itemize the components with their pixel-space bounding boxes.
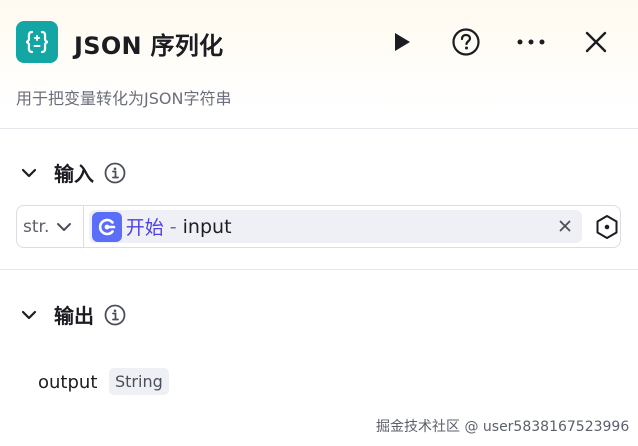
node-description: 用于把变量转化为JSON字符串 (16, 89, 232, 108)
node-config-panel: JSON 序列化 用于把变量转化为JSON字符串 输入 str. 开始 - in… (0, 0, 638, 446)
header-divider (0, 128, 638, 129)
chevron-down-icon[interactable] (18, 304, 40, 326)
panel-header: JSON 序列化 (0, 0, 638, 86)
close-button[interactable] (581, 27, 611, 57)
chevron-down-icon (55, 218, 73, 236)
chevron-down-icon[interactable] (18, 162, 40, 184)
clear-reference-icon[interactable] (556, 217, 574, 235)
start-node-icon (91, 211, 122, 242)
param-type-select[interactable]: str. (17, 206, 84, 247)
reference-variable-name: input (182, 215, 232, 238)
help-button[interactable] (451, 27, 481, 57)
param-type-value: str. (23, 216, 50, 237)
output-section-title: 输出 (54, 304, 94, 328)
json-braces-icon (16, 21, 58, 63)
more-dots-icon (517, 39, 545, 45)
output-type-badge: String (109, 368, 169, 395)
reference-node-name: 开始 (125, 217, 164, 239)
info-icon[interactable] (104, 162, 126, 184)
input-section-header[interactable]: 输入 (18, 158, 126, 187)
watermark-text: 掘金技术社区 @ user5838167523996 (376, 419, 630, 435)
output-section-header[interactable]: 输出 (18, 300, 126, 329)
more-button[interactable] (516, 27, 546, 57)
help-icon (452, 28, 480, 56)
output-variable-name: output (38, 372, 98, 393)
input-param-row: str. 开始 - input (16, 205, 621, 248)
variable-picker-button[interactable] (594, 214, 620, 240)
info-icon[interactable] (104, 304, 126, 326)
input-section-title: 输入 (54, 162, 94, 186)
play-icon (395, 33, 410, 51)
reference-separator: - (169, 215, 177, 238)
node-title: JSON 序列化 (74, 32, 224, 60)
close-icon (585, 31, 607, 53)
variable-hexagon-icon (596, 214, 618, 239)
section-divider (0, 269, 638, 270)
run-button[interactable] (386, 27, 416, 57)
variable-reference[interactable]: 开始 - input (88, 210, 582, 243)
